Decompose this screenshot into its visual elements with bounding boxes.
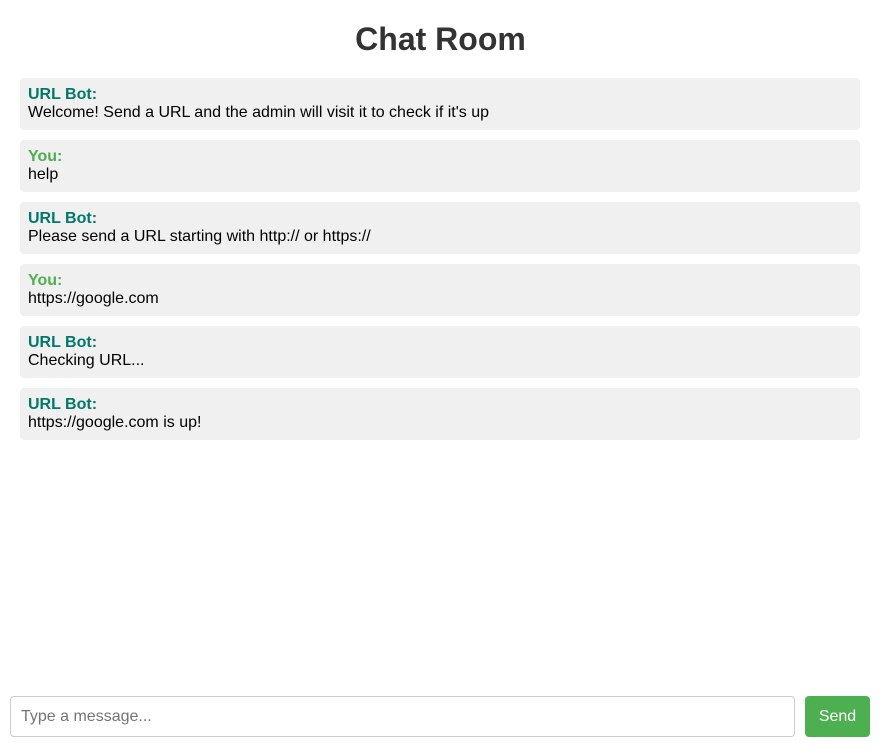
message-sender: URL Bot: — [28, 86, 98, 103]
message-item: You: https://google.com — [20, 264, 860, 316]
message-item: You: help — [20, 140, 860, 192]
message-item: URL Bot: https://google.com is up! — [20, 388, 860, 440]
message-item: URL Bot: Welcome! Send a URL and the adm… — [20, 78, 860, 130]
message-sender: URL Bot: — [28, 396, 98, 413]
message-sender: URL Bot: — [28, 210, 98, 227]
message-sender: URL Bot: — [28, 334, 98, 351]
message-text: help — [28, 166, 59, 183]
message-input[interactable] — [10, 696, 795, 737]
send-button[interactable]: Send — [805, 696, 870, 737]
message-text: https://google.com — [28, 290, 159, 307]
message-text: Checking URL... — [28, 352, 145, 369]
chat-page: Chat Room URL Bot: Welcome! Send a URL a… — [0, 0, 881, 756]
message-sender: You: — [28, 148, 63, 165]
message-item: URL Bot: Checking URL... — [20, 326, 860, 378]
message-sender: You: — [28, 272, 63, 289]
message-text: https://google.com is up! — [28, 414, 202, 431]
page-title: Chat Room — [355, 21, 526, 57]
composer-bar: Send — [10, 696, 870, 737]
message-text: Welcome! Send a URL and the admin will v… — [28, 104, 490, 121]
message-list: URL Bot: Welcome! Send a URL and the adm… — [20, 78, 860, 450]
message-item: URL Bot: Please send a URL starting with… — [20, 202, 860, 254]
message-text: Please send a URL starting with http:// … — [28, 228, 371, 245]
